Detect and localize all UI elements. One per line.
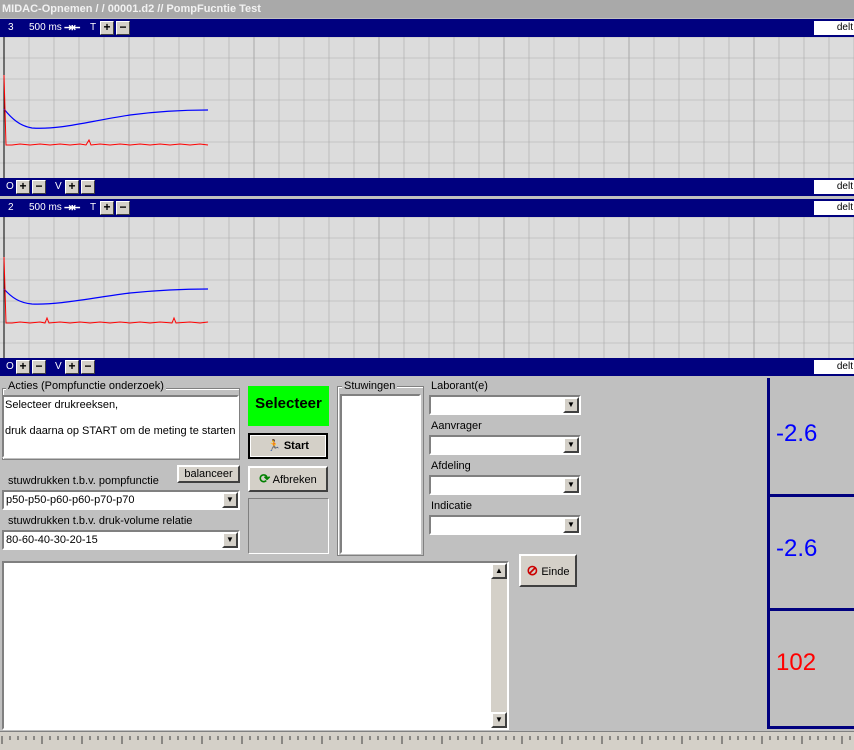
window-title: MIDAC-Opnemen / / 00001.d2 // PompFucnti… (0, 0, 854, 18)
aanvrager-label: Aanvrager (431, 420, 482, 432)
channel-2-footer: O + − V + − delt (0, 358, 854, 376)
voltage-zoom-out-button[interactable]: − (81, 360, 95, 374)
acties-line2: druk daarna op START om de meting te sta… (5, 425, 236, 437)
grid-lines (0, 217, 854, 358)
scroll-up-icon[interactable]: ▲ (491, 563, 507, 579)
druk-select[interactable]: 80-60-40-30-20-15 ▼ (2, 530, 240, 550)
afdeling-select[interactable]: ▼ (429, 475, 581, 495)
time-zoom-in-button[interactable]: + (100, 201, 114, 215)
pomp-value: p50-p50-p60-p60-p70-p70 (6, 494, 135, 506)
balanceer-button[interactable]: balanceer (177, 465, 240, 483)
voltage-zoom-in-button[interactable]: + (65, 180, 79, 194)
acties-line1: Selecteer drukreeksen, (5, 399, 119, 411)
blue-trace (3, 288, 209, 305)
dropdown-arrow-icon[interactable]: ▼ (563, 397, 579, 413)
channel-3-graph[interactable] (0, 37, 854, 178)
indicatie-select[interactable]: ▼ (429, 515, 581, 535)
channel-number: 2 (8, 202, 14, 213)
laborant-label: Laborant(e) (431, 380, 488, 392)
channel-2-plot (0, 217, 854, 358)
readout-1: -2.6 (771, 420, 854, 448)
readout-divider (770, 494, 854, 497)
voltage-zoom-in-button[interactable]: + (65, 360, 79, 374)
readout-divider (770, 608, 854, 611)
laborant-select[interactable]: ▼ (429, 395, 581, 415)
acties-title: Acties (Pompfunctie onderzoek) (6, 380, 166, 392)
readout-2: -2.6 (771, 535, 854, 563)
time-zoom-in-button[interactable]: + (100, 21, 114, 35)
offset-up-button[interactable]: + (16, 180, 30, 194)
readout-divider (767, 726, 854, 729)
afbreken-label: Afbreken (272, 474, 317, 486)
v-label: V (55, 361, 62, 372)
pomp-select[interactable]: p50-p50-p60-p60-p70-p70 ▼ (2, 490, 240, 510)
time-ruler (0, 731, 854, 750)
start-button[interactable]: 🏃 Start (248, 433, 328, 459)
dropdown-arrow-icon[interactable]: ▼ (222, 492, 238, 508)
channel-2-graph[interactable] (0, 217, 854, 358)
t-label: T (90, 22, 97, 33)
log-textarea[interactable]: ▲ ▼ (2, 561, 509, 730)
red-trace (3, 74, 209, 146)
druk-label: stuwdrukken t.b.v. druk-volume relatie (8, 515, 193, 527)
afdeling-label: Afdeling (431, 460, 471, 472)
delta-field[interactable]: delt (814, 21, 854, 35)
dropdown-arrow-icon[interactable]: ▼ (222, 532, 238, 548)
collapse-icon[interactable]: ⇥⇤ (64, 22, 80, 34)
channel-2-header: 2 500 ms ⇥⇤ T + − delt (0, 199, 854, 217)
dropdown-arrow-icon[interactable]: ▼ (563, 437, 579, 453)
empty-panel (248, 498, 329, 554)
offset-down-button[interactable]: − (32, 360, 46, 374)
o-label: O (6, 361, 14, 372)
log-scrollbar[interactable]: ▲ ▼ (491, 563, 507, 728)
druk-value: 80-60-40-30-20-15 (6, 534, 98, 546)
indicatie-label: Indicatie (431, 500, 472, 512)
selecteer-button[interactable]: Selecteer (248, 386, 329, 426)
stuwingen-list[interactable] (340, 394, 421, 554)
pomp-label: stuwdrukken t.b.v. pompfunctie (8, 475, 159, 487)
v-label: V (55, 181, 62, 192)
timebase-label: 500 ms (29, 202, 62, 213)
channel-3-header: 3 500 ms ⇥⇤ T + − delt (0, 19, 854, 37)
grid-lines (0, 37, 854, 178)
acties-message-box: Selecteer drukreeksen, druk daarna op ST… (2, 395, 239, 458)
offset-down-button[interactable]: − (32, 180, 46, 194)
voltage-zoom-out-button[interactable]: − (81, 180, 95, 194)
dropdown-arrow-icon[interactable]: ▼ (563, 477, 579, 493)
collapse-icon[interactable]: ⇥⇤ (64, 202, 80, 214)
channel-3-footer: O + − V + − delt (0, 178, 854, 196)
time-zoom-out-button[interactable]: − (116, 201, 130, 215)
delta-field[interactable]: delt (814, 201, 854, 215)
start-label: Start (283, 440, 309, 452)
delta-field[interactable]: delt (814, 180, 854, 194)
dropdown-arrow-icon[interactable]: ▼ (563, 517, 579, 533)
no-entry-icon: ⊘ (526, 562, 539, 578)
timebase-label: 500 ms (29, 22, 62, 33)
blue-trace (3, 108, 209, 129)
afbreken-button[interactable]: ⟳ Afbreken (248, 466, 328, 492)
einde-button[interactable]: ⊘ Einde (519, 554, 577, 587)
readout-3: 102 (771, 649, 854, 677)
t-label: T (90, 202, 97, 213)
ruler-ticks (1, 736, 851, 744)
aanvrager-select[interactable]: ▼ (429, 435, 581, 455)
delta-field[interactable]: delt (814, 360, 854, 374)
o-label: O (6, 181, 14, 192)
stuwingen-title: Stuwingen (342, 380, 398, 392)
refresh-icon: ⟳ (259, 471, 271, 486)
scroll-down-icon[interactable]: ▼ (491, 712, 507, 728)
runner-icon: 🏃 (267, 440, 281, 452)
einde-label: Einde (541, 566, 570, 578)
time-zoom-out-button[interactable]: − (116, 21, 130, 35)
offset-up-button[interactable]: + (16, 360, 30, 374)
channel-3-plot (0, 37, 854, 178)
channel-number: 3 (8, 22, 14, 33)
